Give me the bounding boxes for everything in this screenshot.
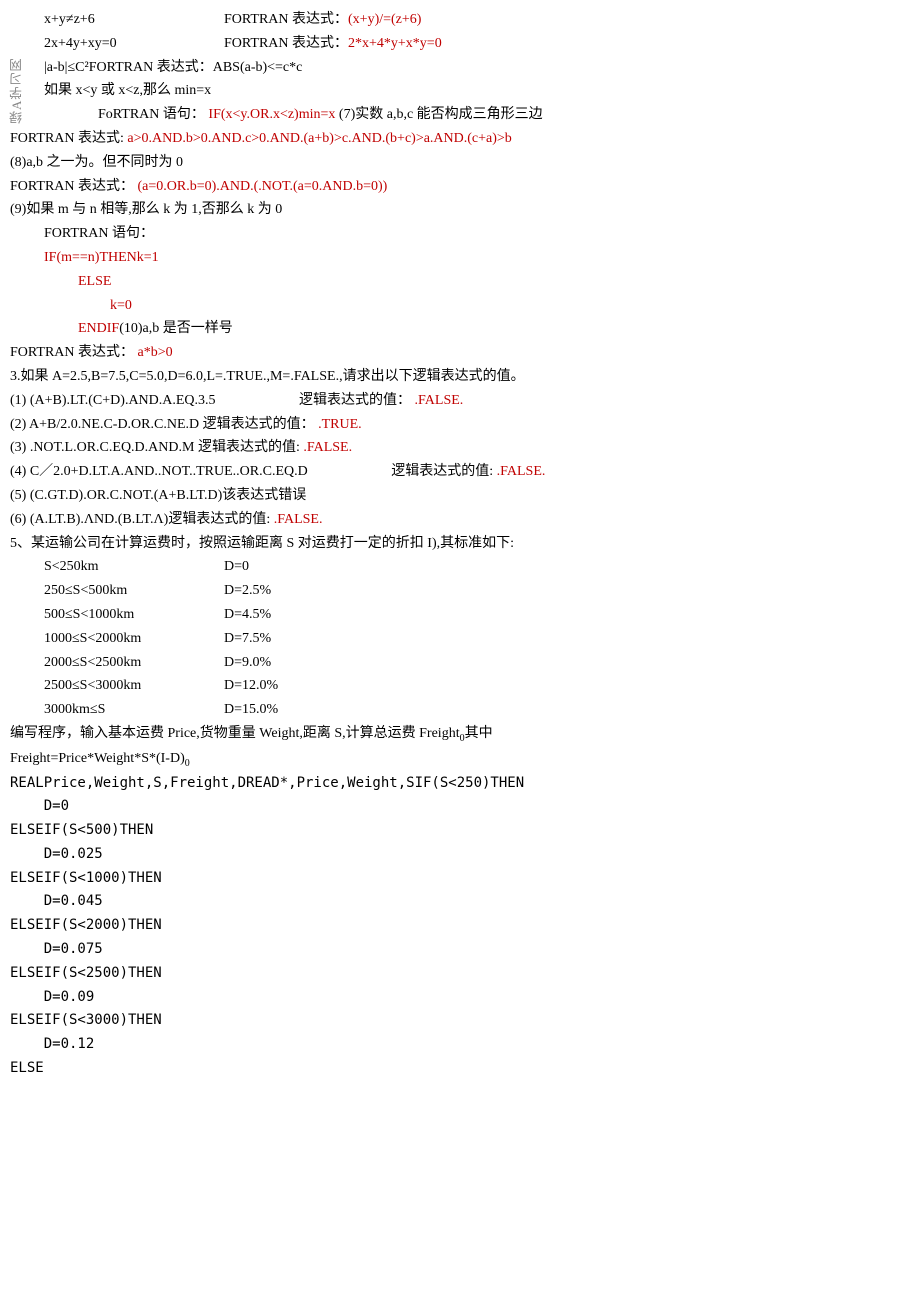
expr-8-answer: (a=0.OR.b=0).AND.(.NOT.(a=0.AND.b=0)): [138, 179, 388, 194]
expr-8-label: FORTRAN 表达式：: [10, 179, 134, 194]
q6: (6) (A.LT.B).ΛND.(B.LT.Λ)逻辑表达式的值: .FALSE…: [10, 508, 910, 532]
range-cell: 3000km≤S: [44, 698, 224, 722]
desc2-a: Freight=Price*Weight*S*(I-D): [10, 751, 185, 766]
table-row: 2000≤S<2500kmD=9.0%: [10, 651, 910, 675]
code-line: D=0.045: [10, 890, 910, 914]
expr-1-label: FORTRAN 表达式：: [224, 8, 348, 32]
range-cell: S<250km: [44, 555, 224, 579]
code-line: ELSE: [10, 1057, 910, 1081]
code-line: ELSEIF(S<1000)THEN: [10, 867, 910, 891]
expr-1-answer: (x+y)/=(z+6): [348, 8, 421, 32]
expr-5: FoRTRAN 语句： IF(x<y.OR.x<z)min=x (7)实数 a,…: [98, 103, 910, 127]
range-cell: 2000≤S<2500km: [44, 651, 224, 675]
range-cell: 250≤S<500km: [44, 579, 224, 603]
expr-15-label: FORTRAN 表达式：: [10, 345, 134, 360]
expr-6-answer: a>0.AND.b>0.AND.c>0.AND.(a+b)>c.AND.(b+c…: [127, 131, 511, 146]
expr-2: 2x+4y+xy=0 FORTRAN 表达式： 2*x+4*y+x*y=0: [44, 32, 910, 56]
q4-label: 逻辑表达式的值:: [391, 464, 493, 479]
expr-1-lhs: x+y≠z+6: [44, 8, 224, 32]
discount-cell: D=9.0%: [224, 651, 271, 675]
q1-label: 逻辑表达式的值：: [299, 393, 411, 408]
code-k0: k=0: [110, 294, 910, 318]
code-line: D=0.025: [10, 843, 910, 867]
q4-text: (4) C／2.0+D.LT.A.AND..NOT..TRUE..OR.C.EQ…: [10, 464, 308, 479]
problem-5-desc2: Freight=Price*Weight*S*(I-D)0: [10, 747, 910, 772]
range-cell: 1000≤S<2000km: [44, 627, 224, 651]
code-endif-row: ENDIF(10)a,b 是否一样号: [78, 317, 910, 341]
q6-answer: .FALSE.: [274, 512, 323, 527]
code-line: REALPrice,Weight,S,Freight,DREAD*,Price,…: [10, 772, 910, 796]
discount-cell: D=2.5%: [224, 579, 271, 603]
expr-6: FORTRAN 表达式: a>0.AND.b>0.AND.c>0.AND.(a+…: [10, 127, 910, 151]
range-cell: 2500≤S<3000km: [44, 674, 224, 698]
desc1-tail: 其中: [465, 726, 493, 741]
expr-2-lhs: 2x+4y+xy=0: [44, 32, 224, 56]
code-line: ELSEIF(S<3000)THEN: [10, 1009, 910, 1033]
q2-text: (2) A+B/2.0.NE.C-D.OR.C.NE.D 逻辑表达式的值：: [10, 417, 315, 432]
fortran-statement-label: FORTRAN 语句：: [44, 222, 910, 246]
discount-cell: D=4.5%: [224, 603, 271, 627]
expr-5-answer: IF(x<y.OR.x<z)min=x: [208, 107, 335, 122]
q5: (5) (C.GT.D).OR.C.NOT.(A+B.LT.D)该表达式错误: [10, 484, 910, 508]
table-row: S<250kmD=0: [10, 555, 910, 579]
q1-answer: .FALSE.: [415, 393, 464, 408]
expr-6-label: FORTRAN 表达式:: [10, 131, 124, 146]
range-cell: 500≤S<1000km: [44, 603, 224, 627]
discount-cell: D=7.5%: [224, 627, 271, 651]
expr-7: (8)a,b 之一为。但不同时为 0: [10, 151, 910, 175]
expr-9: (9)如果 m 与 n 相等,那么 k 为 1,否那么 k 为 0: [10, 198, 910, 222]
table-row: 1000≤S<2000kmD=7.5%: [10, 627, 910, 651]
q1-text: (1) (A+B).LT.(C+D).AND.A.EQ.3.5: [10, 393, 216, 408]
code-if: IF(m==n)THENk=1: [44, 246, 910, 270]
code-line: D=0.09: [10, 986, 910, 1010]
code-else: ELSE: [78, 270, 910, 294]
q3: (3) .NOT.L.OR.C.EQ.D.AND.M 逻辑表达式的值: .FAL…: [10, 436, 910, 460]
expr-1: x+y≠z+6 FORTRAN 表达式： (x+y)/=(z+6): [44, 8, 910, 32]
table-row: 3000km≤SD=15.0%: [10, 698, 910, 722]
watermark-text: 绿A学习网: [6, 4, 28, 124]
expr-10-trail: (10)a,b 是否一样号: [119, 321, 233, 336]
code-endif: ENDIF: [78, 321, 119, 336]
expr-5-trail: (7)实数 a,b,c 能否构成三角形三边: [339, 107, 543, 122]
code-line: D=0: [10, 795, 910, 819]
expr-2-answer: 2*x+4*y+x*y=0: [348, 32, 442, 56]
table-row: 500≤S<1000kmD=4.5%: [10, 603, 910, 627]
q2-answer: .TRUE.: [318, 417, 362, 432]
q6-text: (6) (A.LT.B).ΛND.(B.LT.Λ)逻辑表达式的值:: [10, 512, 270, 527]
code-line: ELSEIF(S<500)THEN: [10, 819, 910, 843]
q4: (4) C／2.0+D.LT.A.AND..NOT..TRUE..OR.C.EQ…: [10, 460, 910, 484]
code-line: ELSEIF(S<2000)THEN: [10, 914, 910, 938]
expr-4: 如果 x<y 或 x<z,那么 min=x: [44, 79, 910, 103]
discount-cell: D=12.0%: [224, 674, 278, 698]
problem-5: 5、某运输公司在计算运费时，按照运输距离 S 对运费打一定的折扣 I),其标准如…: [10, 532, 910, 556]
code-line: ELSEIF(S<2500)THEN: [10, 962, 910, 986]
q4-answer: .FALSE.: [497, 464, 546, 479]
expr-8: FORTRAN 表达式： (a=0.OR.b=0).AND.(.NOT.(a=0…: [10, 175, 910, 199]
expr-3: |a-b|≤C²FORTRAN 表达式：ABS(a-b)<=c*c: [44, 56, 910, 80]
desc2-sub: 0: [185, 758, 190, 769]
discount-cell: D=0: [224, 555, 249, 579]
desc1-a: 编写程序，输入基本运费 Price,货物重量 Weight,距离 S,计算总运费…: [10, 726, 460, 741]
table-row: 250≤S<500kmD=2.5%: [10, 579, 910, 603]
discount-cell: D=15.0%: [224, 698, 278, 722]
q3-answer: .FALSE.: [303, 440, 352, 455]
code-line: D=0.075: [10, 938, 910, 962]
discount-table: S<250kmD=0 250≤S<500kmD=2.5% 500≤S<1000k…: [10, 555, 910, 722]
q1: (1) (A+B).LT.(C+D).AND.A.EQ.3.5 逻辑表达式的值：…: [10, 389, 910, 413]
code-line: D=0.12: [10, 1033, 910, 1057]
q2: (2) A+B/2.0.NE.C-D.OR.C.NE.D 逻辑表达式的值： .T…: [10, 413, 910, 437]
problem-3: 3.如果 A=2.5,B=7.5,C=5.0,D=6.0,L=.TRUE.,M=…: [10, 365, 910, 389]
problem-5-desc1: 编写程序，输入基本运费 Price,货物重量 Weight,距离 S,计算总运费…: [10, 722, 910, 747]
table-row: 2500≤S<3000kmD=12.0%: [10, 674, 910, 698]
expr-2-label: FORTRAN 表达式：: [224, 32, 348, 56]
expr-5-label: FoRTRAN 语句：: [98, 107, 205, 122]
q3-text: (3) .NOT.L.OR.C.EQ.D.AND.M 逻辑表达式的值:: [10, 440, 300, 455]
expr-15: FORTRAN 表达式： a*b>0: [10, 341, 910, 365]
expr-15-answer: a*b>0: [138, 345, 173, 360]
